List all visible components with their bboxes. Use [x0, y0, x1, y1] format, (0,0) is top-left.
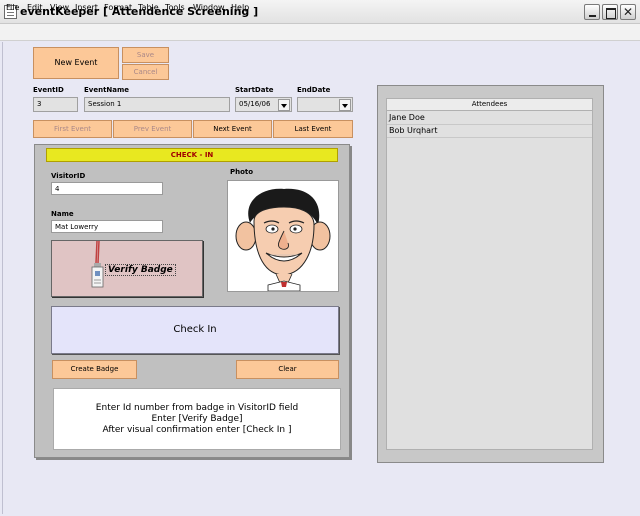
check-in-button[interactable]: Check In	[51, 306, 339, 354]
close-button[interactable]: ✕	[620, 4, 636, 20]
menu-tools[interactable]: Tools	[165, 3, 185, 12]
clear-button[interactable]: Clear	[236, 360, 339, 379]
event-id-field[interactable]: 3	[33, 97, 78, 112]
checkin-header: CHECK - IN	[46, 148, 338, 162]
menu-bar	[0, 24, 640, 41]
new-event-button[interactable]: New Event	[33, 47, 119, 79]
attendees-list[interactable]	[386, 98, 593, 450]
cancel-button[interactable]: Cancel	[122, 64, 169, 80]
end-date-combo[interactable]	[297, 97, 353, 112]
instruction-line: Enter Id number from badge in VisitorID …	[95, 403, 299, 413]
instruction-line: Enter [Verify Badge]	[151, 414, 243, 424]
attendee-row[interactable]: Bob Urqhart	[387, 125, 592, 138]
maximize-button[interactable]	[602, 4, 618, 20]
event-name-label: EventName	[84, 86, 130, 94]
photo-label: Photo	[230, 168, 254, 176]
instructions-box: Enter Id number from badge in VisitorID …	[53, 388, 341, 450]
save-button[interactable]: Save	[122, 47, 169, 63]
event-name-field[interactable]: Session 1	[84, 97, 230, 112]
close-icon: ✕	[622, 5, 634, 19]
start-date-combo[interactable]: 05/16/06	[235, 97, 292, 112]
start-date-label: StartDate	[235, 86, 274, 94]
menu-table[interactable]: Table	[138, 3, 159, 12]
chevron-down-icon[interactable]	[339, 99, 351, 111]
verify-badge-label[interactable]: Verify Badge	[105, 264, 176, 276]
start-date-value: 05/16/06	[239, 100, 271, 108]
chevron-down-icon[interactable]	[278, 99, 290, 111]
menu-insert[interactable]: Insert	[75, 3, 98, 12]
prev-event-button[interactable]: Prev Event	[113, 120, 192, 138]
first-event-button[interactable]: First Event	[33, 120, 112, 138]
attendee-row[interactable]: Jane Doe	[387, 112, 592, 125]
visitor-id-field[interactable]: 4	[51, 182, 163, 195]
visitor-photo	[227, 180, 339, 292]
caricature-image	[235, 188, 331, 292]
minimize-button[interactable]	[584, 4, 600, 20]
menu-format[interactable]: Format	[104, 3, 132, 12]
last-event-button[interactable]: Last Event	[273, 120, 353, 138]
visitor-name-label: Name	[51, 210, 74, 218]
event-id-label: EventID	[33, 86, 64, 94]
menu-view[interactable]: View	[50, 3, 69, 12]
menu-help[interactable]: Help	[231, 3, 249, 12]
visitor-id-label: VisitorID	[51, 172, 86, 180]
next-event-button[interactable]: Next Event	[193, 120, 272, 138]
attendees-header: Attendees	[386, 98, 593, 111]
create-badge-button[interactable]: Create Badge	[52, 360, 137, 379]
menu-window[interactable]: Window	[193, 3, 225, 12]
menu-edit[interactable]: Edit	[27, 3, 43, 12]
end-date-label: EndDate	[297, 86, 331, 94]
instruction-line: After visual confirmation enter [Check I…	[102, 425, 292, 435]
menu-file[interactable]: File	[6, 3, 19, 12]
visitor-name-field[interactable]: Mat Lowerry	[51, 220, 163, 233]
